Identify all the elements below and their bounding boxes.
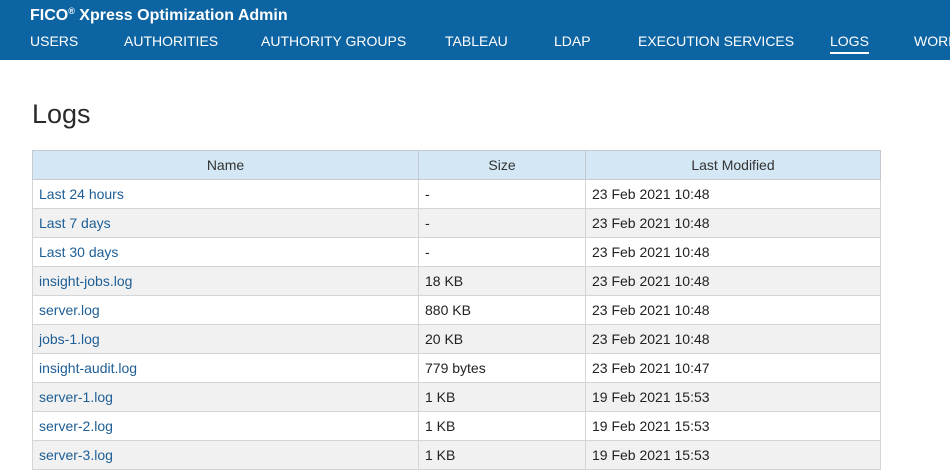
log-link[interactable]: Last 30 days (39, 244, 118, 260)
column-header-size[interactable]: Size (418, 150, 586, 180)
cell-name: Last 7 days (32, 208, 419, 238)
top-bar: FICO® Xpress Optimization Admin USERS AU… (0, 0, 950, 60)
table-row: server.log 880 KB 23 Feb 2021 10:48 (32, 295, 881, 325)
nav-users[interactable]: USERS (30, 33, 78, 52)
app-title-rest: Xpress Optimization Admin (74, 7, 288, 24)
cell-last-modified: 23 Feb 2021 10:48 (585, 237, 881, 267)
cell-last-modified: 19 Feb 2021 15:53 (585, 382, 881, 412)
cell-size: 1 KB (418, 440, 586, 470)
table-row: server-2.log 1 KB 19 Feb 2021 15:53 (32, 411, 881, 441)
log-link[interactable]: jobs-1.log (39, 331, 100, 347)
table-header-row: Name Size Last Modified (32, 150, 881, 180)
log-link[interactable]: Last 7 days (39, 215, 111, 231)
nav-logs[interactable]: LOGS (830, 33, 869, 54)
cell-last-modified: 23 Feb 2021 10:48 (585, 208, 881, 238)
app-title-brand: FICO (30, 7, 69, 24)
logs-table: Name Size Last Modified Last 24 hours - … (32, 150, 881, 470)
cell-name: server-1.log (32, 382, 419, 412)
cell-size: 18 KB (418, 266, 586, 296)
column-header-name[interactable]: Name (32, 150, 419, 180)
cell-name: server-2.log (32, 411, 419, 441)
log-link[interactable]: server.log (39, 302, 100, 318)
log-link[interactable]: insight-jobs.log (39, 273, 132, 289)
cell-name: Last 24 hours (32, 179, 419, 209)
cell-size: 1 KB (418, 382, 586, 412)
cell-last-modified: 19 Feb 2021 15:53 (585, 440, 881, 470)
nav-authorities[interactable]: AUTHORITIES (124, 33, 218, 52)
table-row: Last 24 hours - 23 Feb 2021 10:48 (32, 179, 881, 209)
nav-ldap[interactable]: LDAP (554, 33, 591, 52)
log-link[interactable]: Last 24 hours (39, 186, 124, 202)
cell-last-modified: 23 Feb 2021 10:48 (585, 266, 881, 296)
cell-size: 1 KB (418, 411, 586, 441)
nav-authority-groups[interactable]: AUTHORITY GROUPS (261, 33, 406, 52)
registered-mark: ® (68, 6, 75, 16)
table-row: jobs-1.log 20 KB 23 Feb 2021 10:48 (32, 324, 881, 354)
main-nav: USERS AUTHORITIES AUTHORITY GROUPS TABLE… (0, 33, 950, 55)
cell-name: insight-audit.log (32, 353, 419, 383)
nav-execution-services[interactable]: EXECUTION SERVICES (638, 33, 794, 52)
cell-size: 880 KB (418, 295, 586, 325)
log-link[interactable]: server-2.log (39, 418, 113, 434)
cell-name: jobs-1.log (32, 324, 419, 354)
log-link[interactable]: server-1.log (39, 389, 113, 405)
cell-name: insight-jobs.log (32, 266, 419, 296)
app-title: FICO® Xpress Optimization Admin (30, 6, 288, 25)
table-row: server-3.log 1 KB 19 Feb 2021 15:53 (32, 440, 881, 470)
page-title: Logs (32, 99, 91, 129)
cell-name: server.log (32, 295, 419, 325)
log-link[interactable]: server-3.log (39, 447, 113, 463)
cell-size: 779 bytes (418, 353, 586, 383)
cell-last-modified: 23 Feb 2021 10:48 (585, 324, 881, 354)
table-row: insight-jobs.log 18 KB 23 Feb 2021 10:48 (32, 266, 881, 296)
cell-size: - (418, 179, 586, 209)
cell-name: server-3.log (32, 440, 419, 470)
table-row: Last 7 days - 23 Feb 2021 10:48 (32, 208, 881, 238)
cell-last-modified: 23 Feb 2021 10:48 (585, 295, 881, 325)
cell-name: Last 30 days (32, 237, 419, 267)
table-row: server-1.log 1 KB 19 Feb 2021 15:53 (32, 382, 881, 412)
log-link[interactable]: insight-audit.log (39, 360, 137, 376)
cell-size: - (418, 237, 586, 267)
nav-work[interactable]: WORK (914, 33, 950, 52)
column-header-last-modified[interactable]: Last Modified (585, 150, 881, 180)
cell-last-modified: 23 Feb 2021 10:47 (585, 353, 881, 383)
cell-size: 20 KB (418, 324, 586, 354)
cell-size: - (418, 208, 586, 238)
cell-last-modified: 19 Feb 2021 15:53 (585, 411, 881, 441)
cell-last-modified: 23 Feb 2021 10:48 (585, 179, 881, 209)
nav-tableau[interactable]: TABLEAU (445, 33, 508, 52)
table-row: Last 30 days - 23 Feb 2021 10:48 (32, 237, 881, 267)
table-row: insight-audit.log 779 bytes 23 Feb 2021 … (32, 353, 881, 383)
